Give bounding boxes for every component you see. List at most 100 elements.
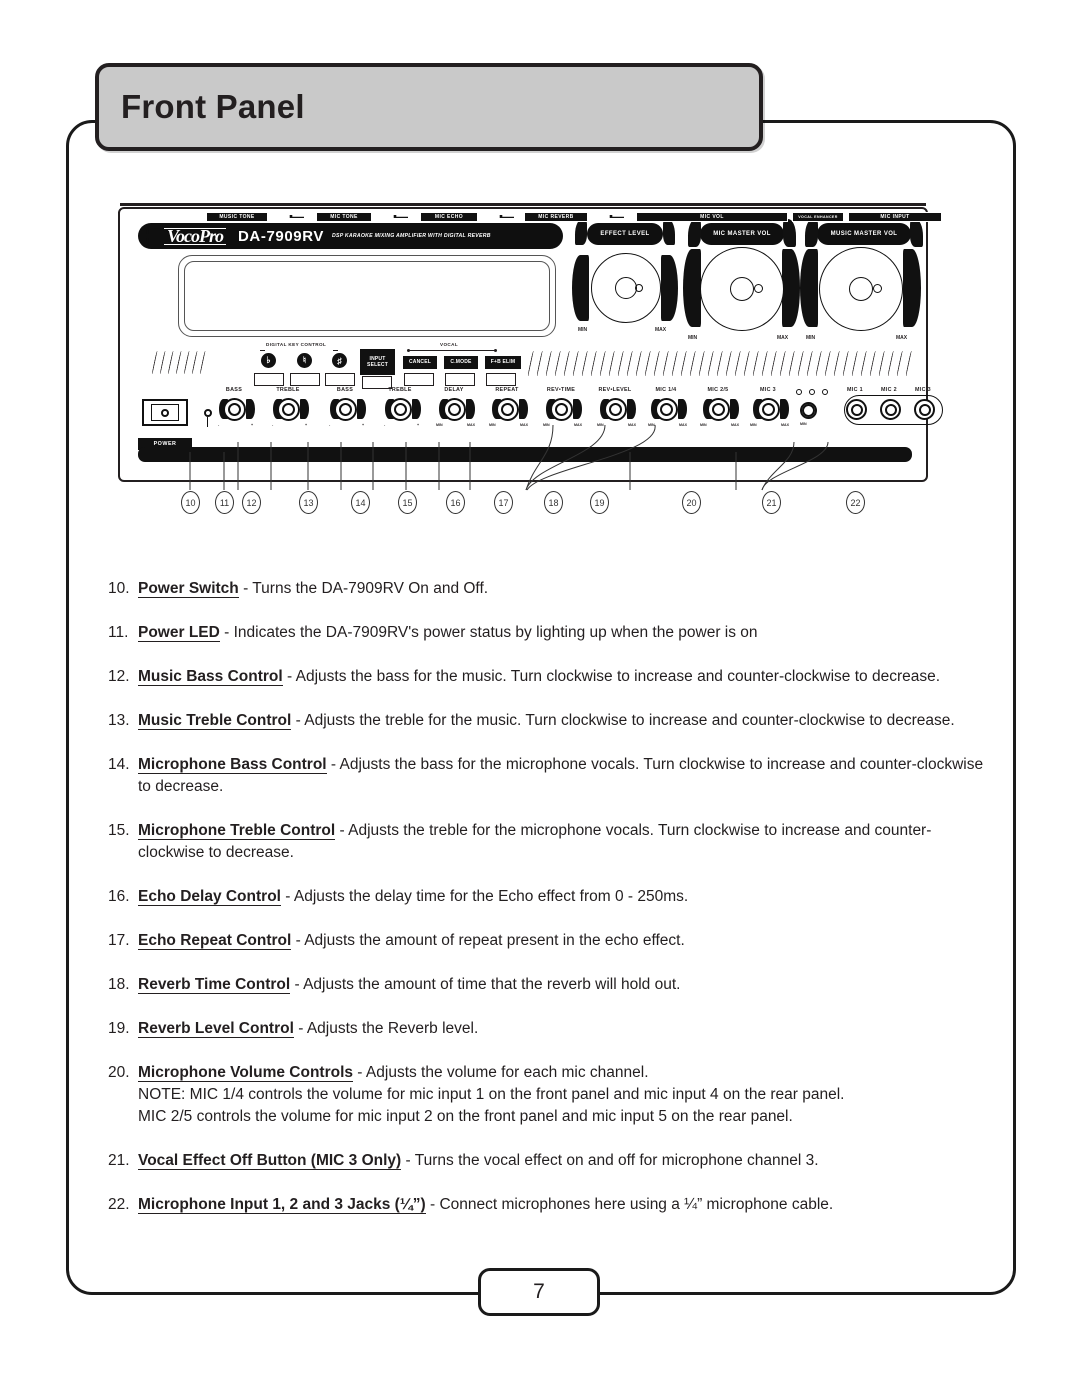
list-item: 11. Power LED - Indicates the DA-7909RV'… <box>108 622 988 644</box>
strip-label-mic-vol: MIC VOL <box>636 211 788 222</box>
knob-label-mic-treble: TREBLE <box>388 387 412 393</box>
knob-music-treble[interactable] <box>277 398 300 421</box>
knob-mic-volume-3[interactable] <box>757 398 780 421</box>
item-term: Vocal Effect Off Button (MIC 3 Only) <box>138 1152 402 1170</box>
key-sharp-button[interactable]: ♯ <box>332 353 347 368</box>
key-sharp-slot[interactable] <box>325 373 355 386</box>
model-name: DA-7909RV <box>238 227 324 245</box>
vocal-cancel-button[interactable]: CANCEL <box>403 356 437 369</box>
item-number: 12. <box>108 668 130 685</box>
knob-label-mic-bass: BASS <box>336 387 354 393</box>
item-number: 20. <box>108 1064 130 1081</box>
vocal-cmode-button[interactable]: C.MODE <box>444 356 478 369</box>
description-list: 10. Power Switch - Turns the DA-7909RV O… <box>108 578 988 1238</box>
mic-input-label-2: MIC 2 <box>881 387 897 393</box>
power-switch[interactable] <box>142 399 188 426</box>
vocal-cancel-slot[interactable] <box>404 373 434 386</box>
mic-input-jack-1[interactable] <box>846 399 867 420</box>
knob-label-music-treble: TREBLE <box>276 387 300 393</box>
mic-input-jack-2[interactable] <box>880 399 901 420</box>
item-text: Echo Delay Control - Adjusts the delay t… <box>138 886 988 908</box>
item-text: Power LED - Indicates the DA-7909RV's po… <box>138 622 988 644</box>
item-number: 15. <box>108 822 130 839</box>
list-item: 18. Reverb Time Control - Adjusts the am… <box>108 974 988 996</box>
big-wing-tl-0 <box>575 219 587 245</box>
hatch-decor-left <box>152 351 206 374</box>
vocal-effect-off-button[interactable] <box>800 402 817 419</box>
knob-mic-volume-2-5[interactable] <box>707 398 730 421</box>
item-text: Vocal Effect Off Button (MIC 3 Only) - T… <box>138 1150 988 1172</box>
knob-min-5: MIN <box>489 423 496 427</box>
item-term: Echo Delay Control <box>138 888 281 906</box>
knob-wing-right-6 <box>573 399 582 419</box>
key-flat-button[interactable]: ♭ <box>261 353 276 368</box>
item-number: 10. <box>108 580 130 597</box>
item-term: Music Treble Control <box>138 712 292 730</box>
knob-mic-master-vol[interactable] <box>700 247 784 331</box>
vocal-cmode-slot[interactable] <box>445 373 475 386</box>
input-select-button[interactable]: INPUT SELECT <box>360 349 395 375</box>
vocal-fbelim-button[interactable]: F+B ELIM <box>485 356 521 369</box>
knob-wing-right-10 <box>780 399 789 419</box>
knob-mic-bass[interactable] <box>334 398 357 421</box>
knob-label-mic-3: MIC 3 <box>760 387 776 393</box>
knob-min-10: MIN <box>750 423 757 427</box>
strip-label-vocal-enhancer: VOCAL ENHANCER <box>792 211 844 222</box>
knob-reverb-level[interactable] <box>604 398 627 421</box>
power-led <box>204 409 212 417</box>
power-switch-hole <box>161 408 169 417</box>
strip-zigzag-1 <box>278 212 304 221</box>
knob-hub-2 <box>849 277 873 301</box>
knob-music-master-vol[interactable] <box>819 247 903 331</box>
knob-mic-treble[interactable] <box>389 398 412 421</box>
knob-max-6: MAX <box>574 423 582 427</box>
power-led-stem <box>207 417 209 427</box>
knob-min-9: MIN <box>700 423 707 427</box>
item-rest: - Adjusts the amount of repeat present i… <box>291 932 685 949</box>
key-natural-slot[interactable] <box>290 373 320 386</box>
strip-zigzag-4 <box>598 212 624 221</box>
caption-rule-vocal <box>410 350 496 351</box>
item-term: Music Bass Control <box>138 668 283 686</box>
knob-echo-repeat[interactable] <box>496 398 519 421</box>
key-flat-slot[interactable] <box>254 373 284 386</box>
front-panel-diagram: VocoPro DA-7909RV DSP KARAOKE MIXING AMP… <box>118 203 943 482</box>
knob-max-0: + <box>251 423 254 427</box>
item-text: Music Treble Control - Adjusts the trebl… <box>138 710 988 732</box>
knob-max-3: + <box>417 423 420 427</box>
knob-indicator-2 <box>873 284 882 293</box>
knob-max-9: MAX <box>731 423 739 427</box>
knob-echo-delay[interactable] <box>443 398 466 421</box>
knob-music-bass[interactable] <box>223 398 246 421</box>
list-item: 19. Reverb Level Control - Adjusts the R… <box>108 1018 988 1040</box>
list-item: 16. Echo Delay Control - Adjusts the del… <box>108 886 988 908</box>
big-knob-max-0: MAX <box>655 327 667 333</box>
diagram-top-rule <box>120 203 926 206</box>
caption-digital-key-control: DIGITAL KEY CONTROL <box>266 342 327 347</box>
big-wing-left-2 <box>800 249 818 327</box>
list-item: 21. Vocal Effect Off Button (MIC 3 Only)… <box>108 1150 988 1172</box>
mic-input-jack-3[interactable] <box>914 399 935 420</box>
item-number: 14. <box>108 756 130 773</box>
item-number: 18. <box>108 976 130 993</box>
item-rest: - Adjusts the treble for the music. Turn… <box>291 712 955 729</box>
list-item: 20. Microphone Volume Controls - Adjusts… <box>108 1062 988 1128</box>
knob-max-8: MAX <box>679 423 687 427</box>
knob-effect-level[interactable] <box>591 253 661 323</box>
knob-min-6: MIN <box>543 423 550 427</box>
strip-label-music-tone: MUSIC TONE <box>206 211 268 222</box>
page-title: Front Panel <box>121 88 305 125</box>
brand-tick-icon <box>146 226 154 246</box>
item-text: Power Switch - Turns the DA-7909RV On an… <box>138 578 988 600</box>
vocal-fbelim-slot[interactable] <box>486 373 516 386</box>
strip-text-music-tone: MUSIC TONE <box>207 212 267 221</box>
item-text: Microphone Input 1, 2 and 3 Jacks (¼”) -… <box>138 1194 988 1216</box>
list-item: 17. Echo Repeat Control - Adjusts the am… <box>108 930 988 952</box>
knob-label-mic-1-4: MIC 1/4 <box>655 387 677 393</box>
knob-mic-volume-1-4[interactable] <box>655 398 678 421</box>
knob-max-7: MAX <box>628 423 636 427</box>
knob-min-0: - <box>218 423 220 427</box>
knob-wing-right-0 <box>246 399 255 419</box>
key-natural-button[interactable]: ♮ <box>297 353 312 368</box>
knob-reverb-time[interactable] <box>550 398 573 421</box>
